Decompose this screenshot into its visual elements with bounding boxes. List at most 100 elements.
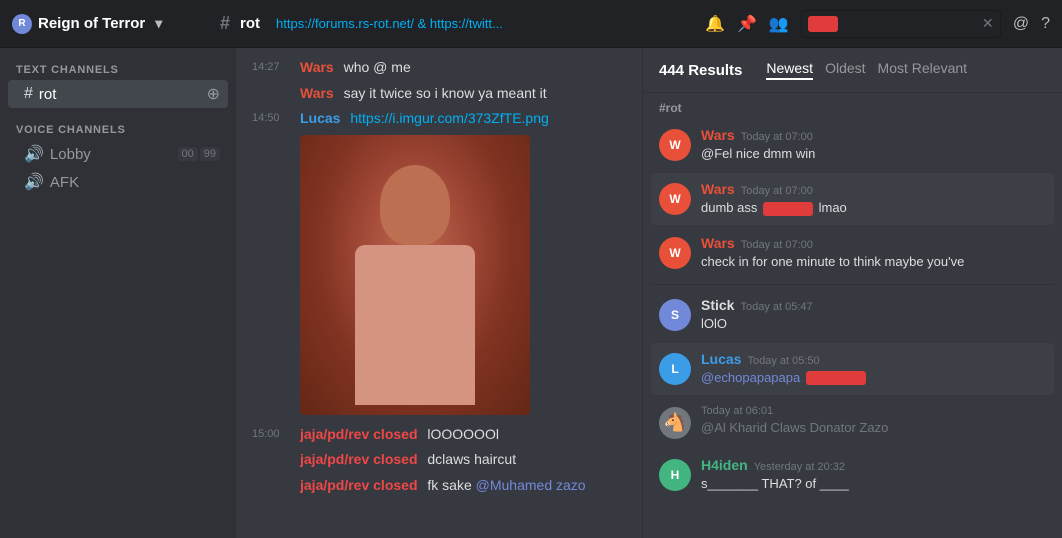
text-channels-header[interactable]: TEXT CHANNELS bbox=[0, 48, 236, 80]
top-bar-right: 🔔 📌 👥 ✕ @ ? bbox=[705, 10, 1050, 38]
sort-oldest[interactable]: Oldest bbox=[825, 60, 865, 80]
msg-author: jaja/pd/rev closed bbox=[300, 451, 418, 467]
redacted-text bbox=[763, 202, 813, 216]
result-body: Wars Today at 07:00 check in for one min… bbox=[701, 235, 1046, 271]
table-row: 14:27 Wars who @ me bbox=[252, 56, 626, 80]
speaker-icon: 🔊 bbox=[24, 144, 44, 164]
msg-author: Wars bbox=[300, 85, 334, 101]
image-embed bbox=[300, 135, 530, 415]
speaker-icon-afk: 🔊 bbox=[24, 172, 44, 192]
mention-link: @echopapapapa bbox=[701, 370, 800, 385]
main-layout: TEXT CHANNELS # rot ⊕ VOICE CHANNELS 🔊 L… bbox=[0, 48, 1062, 538]
result-header: Wars Today at 07:00 bbox=[701, 235, 1046, 251]
lobby-count-b: 99 bbox=[200, 147, 220, 161]
bell-icon[interactable]: 🔔 bbox=[705, 14, 725, 34]
msg-author: jaja/pd/rev closed bbox=[300, 477, 418, 493]
text-channel-name: rot bbox=[39, 86, 57, 103]
search-results: W Wars Today at 07:00 @Fel nice dmm win … bbox=[643, 119, 1062, 538]
list-item[interactable]: L Lucas Today at 05:50 @echopapapapa bbox=[651, 343, 1054, 395]
redacted-text bbox=[806, 371, 866, 385]
search-channel-label: #rot bbox=[643, 93, 1062, 119]
members-icon[interactable]: 👥 bbox=[769, 14, 789, 34]
server-name-container[interactable]: R Reign of Terror ▾ bbox=[12, 14, 212, 34]
result-author: Stick bbox=[701, 297, 734, 313]
result-body: Wars Today at 07:00 dumb ass lmao bbox=[701, 181, 1046, 217]
list-item[interactable]: W Wars Today at 07:00 @Fel nice dmm win bbox=[651, 119, 1054, 171]
result-text: @Fel nice dmm win bbox=[701, 145, 1046, 163]
result-time: Today at 06:01 bbox=[701, 405, 773, 417]
result-time: Yesterday at 20:32 bbox=[754, 461, 845, 473]
at-icon[interactable]: @ bbox=[1013, 15, 1029, 33]
result-author: Lucas bbox=[701, 351, 741, 367]
msg-author: Lucas bbox=[300, 110, 340, 126]
avatar: W bbox=[659, 237, 691, 269]
msg-time: 14:50 bbox=[252, 112, 292, 124]
top-bar: R Reign of Terror ▾ # rot https://forums… bbox=[0, 0, 1062, 48]
sidebar-item-rot[interactable]: # rot ⊕ bbox=[8, 80, 228, 108]
msg-content: Wars who @ me bbox=[300, 58, 626, 78]
result-body: Today at 06:01 @Al Kharid Claws Donator … bbox=[701, 405, 1046, 437]
image-link[interactable]: https://i.imgur.com/373ZfTE.png bbox=[350, 110, 548, 126]
result-body: Lucas Today at 05:50 @echopapapapa bbox=[701, 351, 1046, 387]
result-header: Today at 06:01 bbox=[701, 405, 1046, 417]
list-item[interactable]: W Wars Today at 07:00 dumb ass lmao bbox=[651, 173, 1054, 225]
list-item[interactable]: H H4iden Yesterday at 20:32 s_______ THA… bbox=[651, 449, 1054, 501]
result-text: @echopapapapa bbox=[701, 369, 1046, 387]
msg-text: who @ me bbox=[344, 59, 411, 75]
add-member-icon[interactable]: ⊕ bbox=[207, 84, 220, 104]
chevron-down-icon[interactable]: ▾ bbox=[155, 15, 162, 32]
result-time: Today at 07:00 bbox=[741, 239, 813, 251]
table-row: jaja/pd/rev closed fk sake @Muhamed zazo bbox=[252, 474, 626, 498]
divider bbox=[651, 284, 1054, 285]
sort-newest[interactable]: Newest bbox=[766, 60, 813, 80]
list-item[interactable]: 🐴 Today at 06:01 @Al Kharid Claws Donato… bbox=[651, 397, 1054, 447]
msg-content: Wars say it twice so i know ya meant it bbox=[300, 84, 626, 104]
msg-author: jaja/pd/rev closed bbox=[300, 426, 418, 442]
sidebar-item-afk[interactable]: 🔊 AFK bbox=[8, 168, 228, 196]
sort-relevant[interactable]: Most Relevant bbox=[878, 60, 967, 80]
msg-content: jaja/pd/rev closed lOOOOOOl bbox=[300, 425, 626, 445]
msg-text: dclaws haircut bbox=[427, 451, 516, 467]
table-row: jaja/pd/rev closed dclaws haircut bbox=[252, 448, 626, 472]
search-redacted bbox=[808, 16, 838, 32]
help-icon[interactable]: ? bbox=[1041, 15, 1050, 33]
search-input[interactable] bbox=[842, 16, 982, 31]
lobby-count-a: 00 bbox=[178, 147, 198, 161]
voice-channels-header[interactable]: VOICE CHANNELS bbox=[0, 108, 236, 140]
avatar: L bbox=[659, 353, 691, 385]
result-text: check in for one minute to think maybe y… bbox=[701, 253, 1046, 271]
mention: @Muhamed zazo bbox=[476, 477, 586, 493]
pin-icon[interactable]: 📌 bbox=[737, 14, 757, 34]
sidebar: TEXT CHANNELS # rot ⊕ VOICE CHANNELS 🔊 L… bbox=[0, 48, 236, 538]
search-clear-icon[interactable]: ✕ bbox=[982, 15, 994, 32]
sidebar-item-lobby[interactable]: 🔊 Lobby 00 99 bbox=[8, 140, 228, 168]
result-time: Today at 07:00 bbox=[741, 185, 813, 197]
lobby-badges: 00 99 bbox=[178, 147, 221, 161]
result-header: Wars Today at 07:00 bbox=[701, 181, 1046, 197]
avatar: W bbox=[659, 183, 691, 215]
msg-content: jaja/pd/rev closed dclaws haircut bbox=[300, 450, 626, 470]
search-panel-header: 444 Results Newest Oldest Most Relevant bbox=[643, 48, 1062, 93]
chat-area: 14:27 Wars who @ me Wars say it twice so… bbox=[236, 48, 642, 538]
channel-links[interactable]: https://forums.rs-rot.net/ & https://twi… bbox=[276, 16, 503, 31]
result-time: Today at 07:00 bbox=[741, 131, 813, 143]
list-item[interactable]: W Wars Today at 07:00 check in for one m… bbox=[651, 227, 1054, 279]
image-overlay bbox=[300, 135, 530, 415]
result-author: Wars bbox=[701, 127, 735, 143]
list-item[interactable]: S Stick Today at 05:47 lOlO bbox=[651, 289, 1054, 341]
avatar: W bbox=[659, 129, 691, 161]
search-box[interactable]: ✕ bbox=[801, 10, 1001, 38]
result-body: Stick Today at 05:47 lOlO bbox=[701, 297, 1046, 333]
result-text: dumb ass lmao bbox=[701, 199, 1046, 217]
result-header: Wars Today at 07:00 bbox=[701, 127, 1046, 143]
msg-content: jaja/pd/rev closed fk sake @Muhamed zazo bbox=[300, 476, 626, 496]
search-panel: 444 Results Newest Oldest Most Relevant … bbox=[642, 48, 1062, 538]
avatar: H bbox=[659, 459, 691, 491]
lobby-label: Lobby bbox=[50, 146, 91, 163]
msg-content: Lucas https://i.imgur.com/373ZfTE.png bbox=[300, 109, 626, 129]
channel-name-top: rot bbox=[240, 15, 260, 32]
result-header: Stick Today at 05:47 bbox=[701, 297, 1046, 313]
image-person bbox=[300, 135, 530, 415]
messages-list: 14:27 Wars who @ me Wars say it twice so… bbox=[236, 48, 642, 538]
table-row: 15:00 jaja/pd/rev closed lOOOOOOl bbox=[252, 423, 626, 447]
